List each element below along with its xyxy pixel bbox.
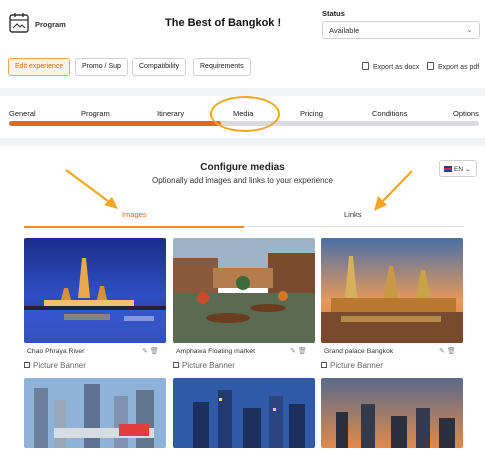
image-actions: ✎ 🗑: [142, 347, 159, 355]
image-caption: Grand palace Bangkok: [324, 348, 394, 355]
image-caption: Chao Phraya River: [27, 348, 85, 355]
document-icon: [427, 62, 434, 70]
step-pricing[interactable]: Pricing: [300, 109, 323, 118]
annotation-arrow: [374, 170, 413, 211]
header: Program The Best of Bangkok ! Status Ava…: [0, 0, 485, 88]
active-tab-indicator: [24, 226, 244, 228]
trash-icon[interactable]: 🗑: [298, 348, 307, 355]
status-select[interactable]: Available ⌄: [322, 21, 480, 39]
edit-icon[interactable]: ✎: [142, 348, 148, 355]
compatibility-button[interactable]: Compatibility: [132, 58, 187, 76]
image-actions: ✎ 🗑: [290, 347, 307, 355]
media-image[interactable]: [24, 378, 166, 448]
checkbox-icon: [173, 362, 179, 368]
export-docx-label: Export as docx: [373, 64, 420, 71]
picture-banner-label: Picture Banner: [182, 361, 235, 370]
export-pdf-link[interactable]: Export as pdf: [427, 62, 479, 71]
edit-icon[interactable]: ✎: [439, 348, 445, 355]
trash-icon[interactable]: 🗑: [150, 348, 159, 355]
picture-banner-checkbox[interactable]: Picture Banner: [173, 361, 235, 370]
image-actions: ✎ 🗑: [439, 347, 456, 355]
media-image[interactable]: [321, 238, 463, 343]
edit-experience-button[interactable]: Edit experience: [8, 58, 71, 76]
uk-flag-icon: [444, 166, 452, 172]
picture-banner-label: Picture Banner: [33, 361, 86, 370]
trash-icon[interactable]: 🗑: [447, 348, 456, 355]
step-general[interactable]: General: [9, 109, 36, 118]
tab-links[interactable]: Links: [344, 210, 362, 219]
step-conditions[interactable]: Conditions: [372, 109, 407, 118]
picture-banner-label: Picture Banner: [330, 361, 383, 370]
checkbox-icon: [321, 362, 327, 368]
chevron-down-icon: ⌄: [466, 25, 473, 34]
edit-icon[interactable]: ✎: [290, 348, 296, 355]
media-image[interactable]: [321, 378, 463, 448]
page-title: The Best of Bangkok !: [165, 17, 282, 29]
status-value: Available: [329, 26, 360, 35]
picture-banner-checkbox[interactable]: Picture Banner: [321, 361, 383, 370]
tab-divider: [244, 226, 464, 227]
step-program[interactable]: Program: [81, 109, 110, 118]
annotation-arrow: [65, 169, 118, 209]
language-select[interactable]: EN ⌄: [439, 160, 477, 177]
media-panel: Configure medias Optionally add images a…: [0, 146, 485, 450]
checkbox-icon: [24, 362, 30, 368]
export-docx-link[interactable]: Export as docx: [362, 62, 419, 71]
media-card: [321, 378, 463, 448]
promo-sup-button[interactable]: Promo / Sup: [75, 58, 128, 76]
media-card: [173, 378, 315, 448]
section-label: Program: [35, 20, 66, 29]
media-image[interactable]: [24, 238, 166, 343]
chevron-down-icon: ⌄: [464, 166, 471, 173]
media-card: [321, 238, 463, 343]
progress-fill: [9, 121, 221, 126]
step-itinerary[interactable]: Itinerary: [157, 109, 184, 118]
document-icon: [362, 62, 369, 70]
tab-images[interactable]: Images: [122, 210, 147, 219]
export-pdf-label: Export as pdf: [438, 64, 480, 71]
media-card: [173, 238, 315, 343]
picture-banner-checkbox[interactable]: Picture Banner: [24, 361, 86, 370]
step-options[interactable]: Options: [453, 109, 479, 118]
media-image[interactable]: [173, 378, 315, 448]
media-card: [24, 238, 166, 343]
media-image[interactable]: [173, 238, 315, 343]
language-value: EN: [454, 166, 464, 173]
program-icon: [9, 13, 29, 33]
status-label: Status: [322, 9, 345, 18]
image-caption: Amphawa Floating market: [176, 348, 255, 355]
highlight-annotation: [210, 96, 280, 132]
requirements-button[interactable]: Requirements: [193, 58, 251, 76]
media-card: [24, 378, 166, 448]
